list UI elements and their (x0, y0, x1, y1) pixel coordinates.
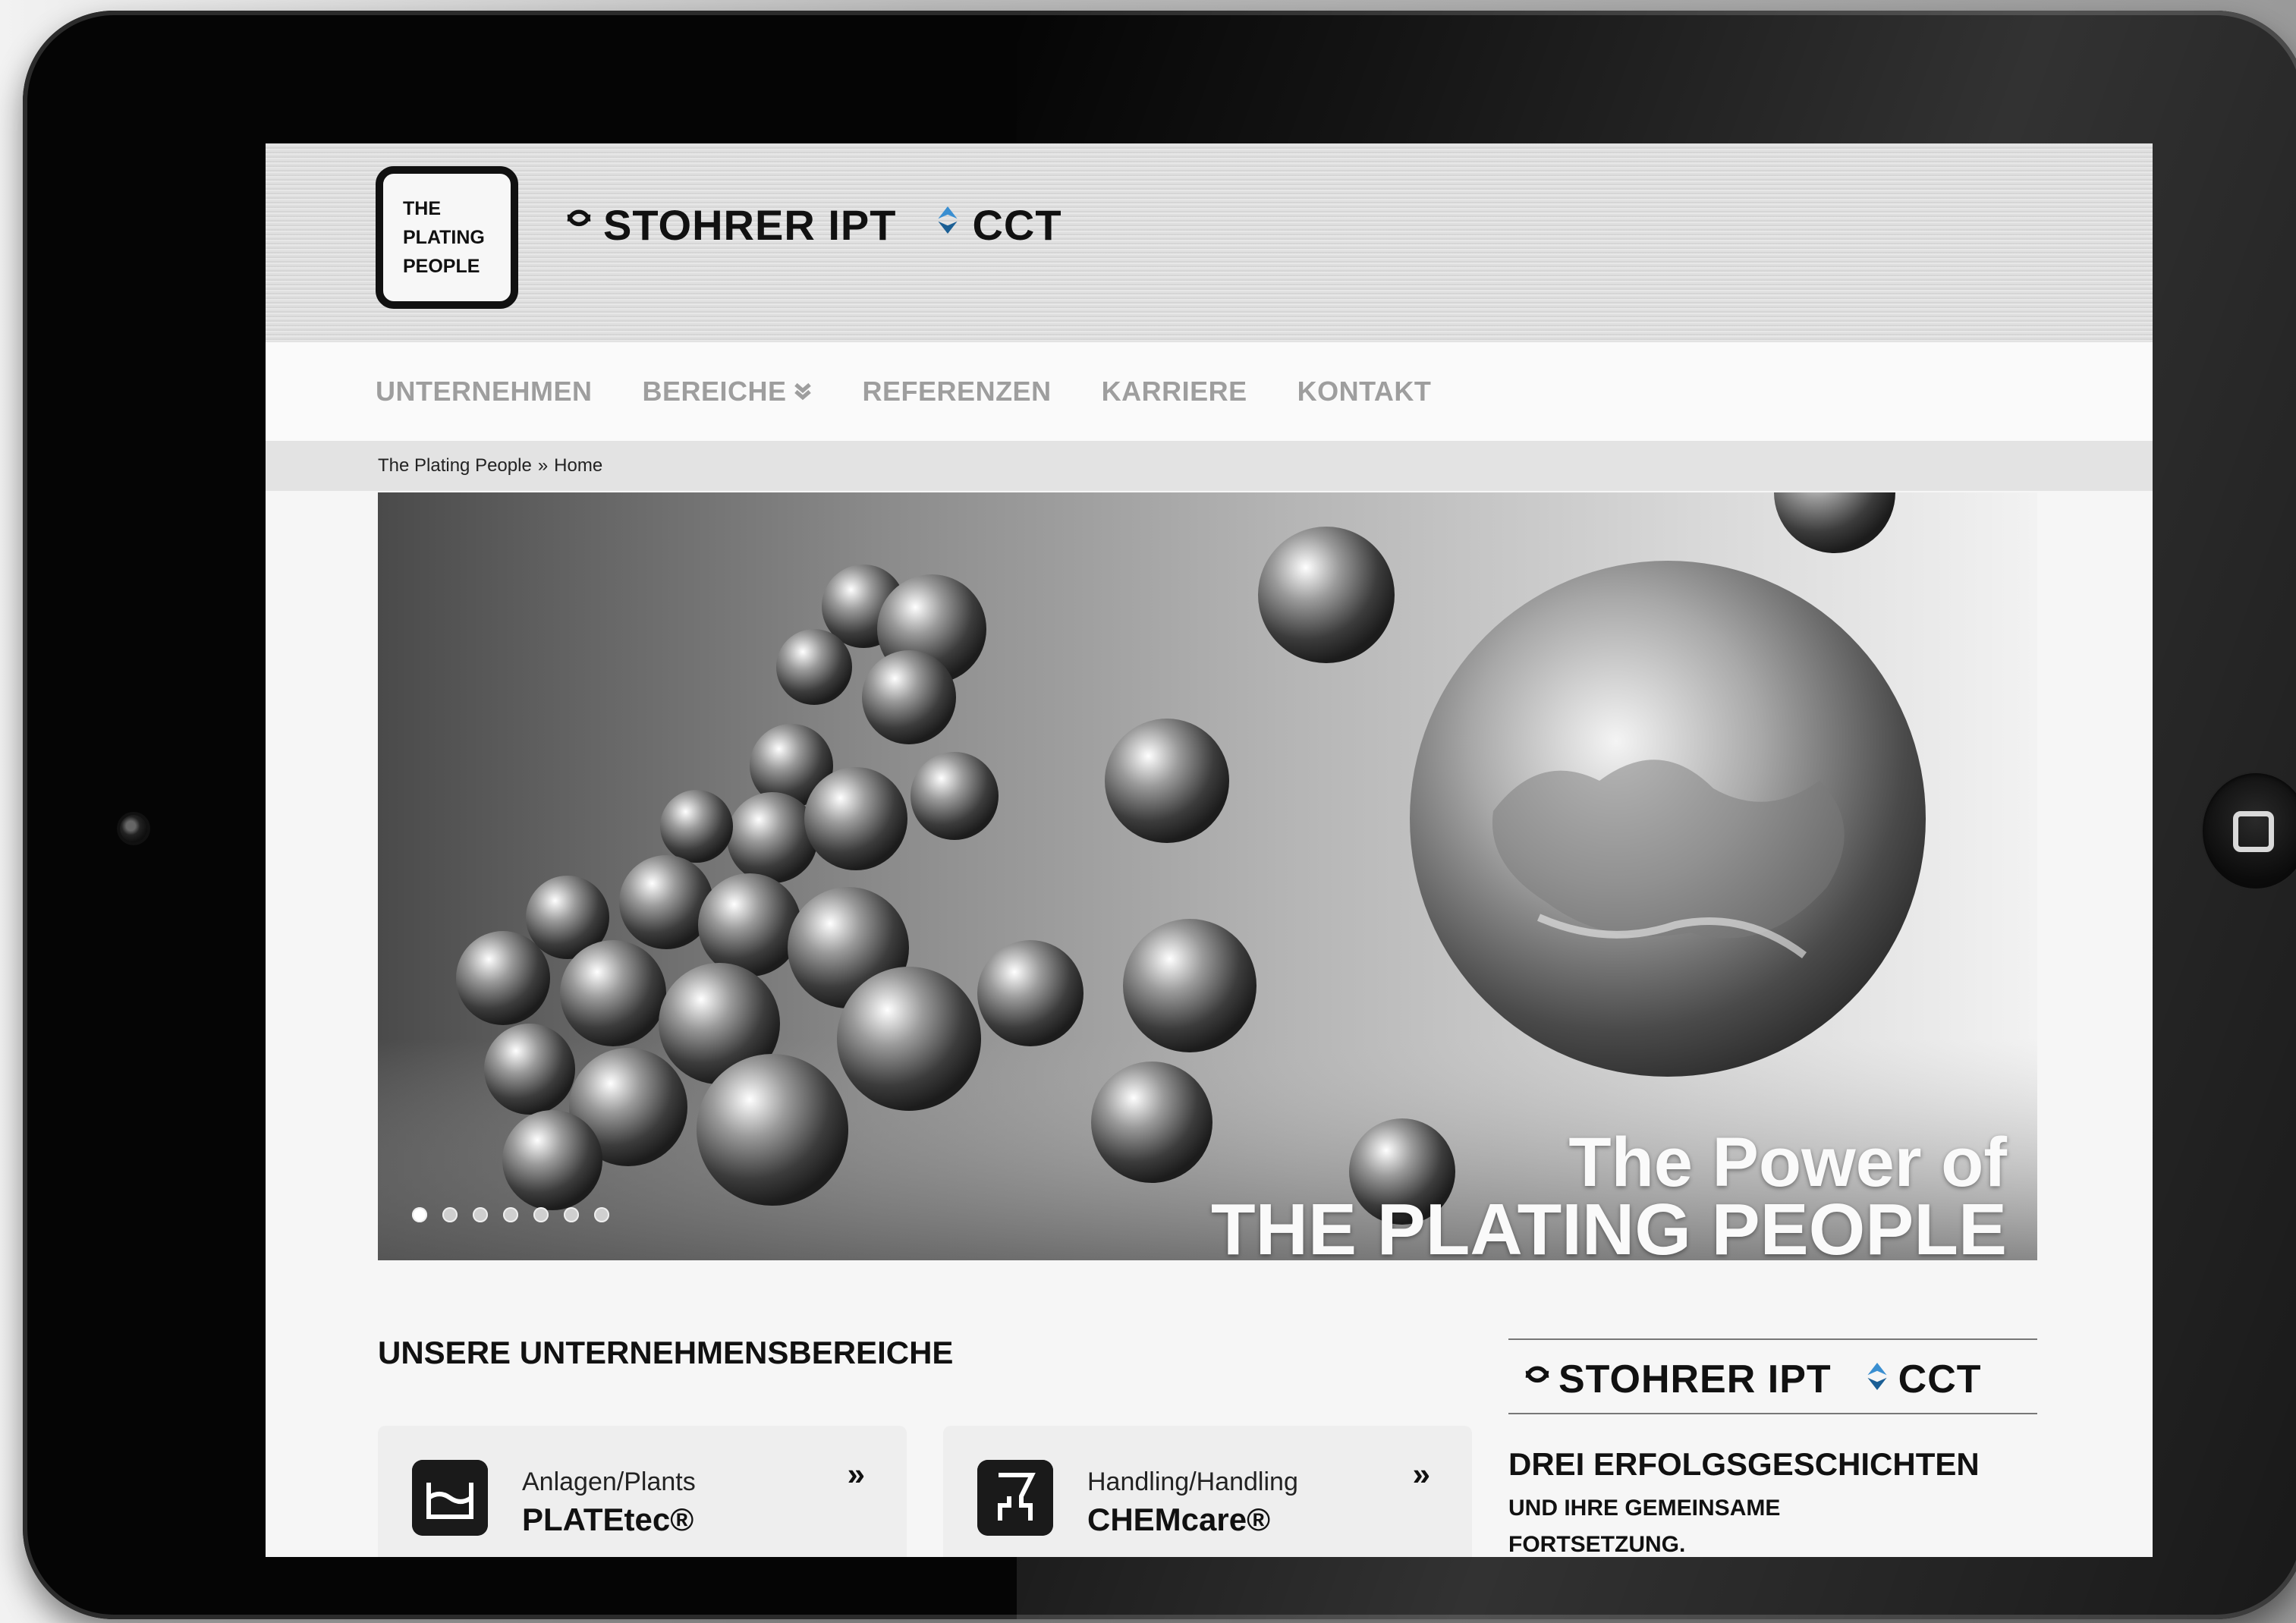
double-chevron-down-icon (794, 382, 811, 401)
stohrer-cct-logo[interactable]: STOHRER IPT CCT (565, 200, 1062, 250)
stohrer-mark-icon (567, 209, 591, 227)
stohrer-wordmark: STOHRER IPT (1558, 1357, 1832, 1401)
screen: THE PLATING PEOPLE STOHRER IPT CCT UNTER… (266, 143, 2153, 1557)
camera-icon (120, 815, 147, 842)
section-title: UNSERE UNTERNEHMENSBEREICHE (378, 1335, 954, 1370)
side-title: DREI ERFOLGSGESCHICHTEN (1508, 1446, 1980, 1482)
breadcrumb: The Plating People » Home (266, 441, 2153, 491)
hero-caption: The Power of THE PLATING PEOPLE (1211, 1124, 2007, 1261)
nav-label: KARRIERE (1101, 376, 1247, 407)
cct-mark-icon (938, 206, 958, 234)
card-subtitle: Anlagen/Plants (522, 1467, 696, 1496)
nav-item-bereiche[interactable]: BEREICHE (643, 376, 813, 407)
nav-item-referenzen[interactable]: REFERENZEN (863, 376, 1052, 407)
nav-label: UNTERNEHMEN (376, 376, 593, 407)
hero-slider[interactable]: The Power of THE PLATING PEOPLE (378, 492, 2037, 1260)
logo-line: PLATING (403, 227, 485, 248)
site-header: THE PLATING PEOPLE STOHRER IPT CCT (266, 143, 2153, 342)
nav-item-karriere[interactable]: KARRIERE (1102, 376, 1247, 407)
home-square-icon (2233, 811, 2274, 852)
logo-line: PEOPLE (403, 256, 480, 277)
card-subtitle: Handling/Handling (1087, 1467, 1298, 1496)
nav-item-kontakt[interactable]: KONTAKT (1297, 376, 1432, 407)
tablet-frame: THE PLATING PEOPLE STOHRER IPT CCT UNTER… (23, 11, 2296, 1619)
hero-line2: THE PLATING PEOPLE (1211, 1189, 2007, 1261)
cct-wordmark: CCT (1898, 1357, 1982, 1401)
card-title: PLATEtec® (522, 1502, 694, 1537)
stohrer-cct-logo-small: STOHRER IPT CCT (1508, 1340, 2037, 1413)
handling-icon (977, 1460, 1053, 1536)
nav-label: KONTAKT (1297, 376, 1432, 407)
side-text-line: FORTSETZUNG. (1508, 1532, 1686, 1557)
breadcrumb-current: Home (554, 455, 603, 476)
slider-dot[interactable] (412, 1207, 427, 1222)
side-text: UND IHRE GEMEINSAME FORTSETZUNG. (1508, 1490, 2037, 1557)
side-teaser[interactable]: STOHRER IPT CCT DREI ERFOLGSGESCHICHTEN … (1508, 1338, 2037, 1557)
slider-dots (412, 1207, 609, 1222)
slider-dot[interactable] (564, 1207, 579, 1222)
breadcrumb-link[interactable]: The Plating People (378, 455, 532, 477)
slider-dot[interactable] (594, 1207, 609, 1222)
slider-dot[interactable] (473, 1207, 488, 1222)
slider-dot[interactable] (533, 1207, 549, 1222)
side-text-line: UND IHRE GEMEINSAME (1508, 1496, 1781, 1521)
nav-label: BEREICHE (642, 376, 787, 407)
main-nav: UNTERNEHMEN BEREICHE REFERENZEN KARRIERE… (266, 342, 2153, 441)
card-chemcare[interactable]: Handling/Handling CHEMcare® » (943, 1426, 1472, 1557)
card-arrow-icon[interactable]: » (1413, 1456, 1430, 1492)
card-title: CHEMcare® (1087, 1502, 1271, 1537)
divider (1508, 1413, 2037, 1414)
logo-line: THE (403, 198, 441, 219)
stohrer-mark-icon (1525, 1366, 1549, 1383)
nav-label: REFERENZEN (862, 376, 1052, 407)
home-button[interactable] (2203, 773, 2296, 889)
nav-item-unternehmen[interactable]: UNTERNEHMEN (376, 376, 593, 407)
hero-line1: The Power of (1568, 1124, 2007, 1201)
plating-people-logo[interactable]: THE PLATING PEOPLE (376, 166, 518, 309)
breadcrumb-separator: » (537, 455, 549, 476)
card-arrow-icon[interactable]: » (848, 1456, 865, 1492)
tank-icon (412, 1460, 488, 1536)
slider-dot[interactable] (442, 1207, 458, 1222)
slider-dot[interactable] (503, 1207, 518, 1222)
card-platetec[interactable]: Anlagen/Plants PLATEtec® » (378, 1426, 907, 1557)
stohrer-wordmark: STOHRER IPT (603, 201, 897, 249)
cct-wordmark: CCT (972, 201, 1062, 249)
cct-mark-icon (1867, 1363, 1887, 1390)
